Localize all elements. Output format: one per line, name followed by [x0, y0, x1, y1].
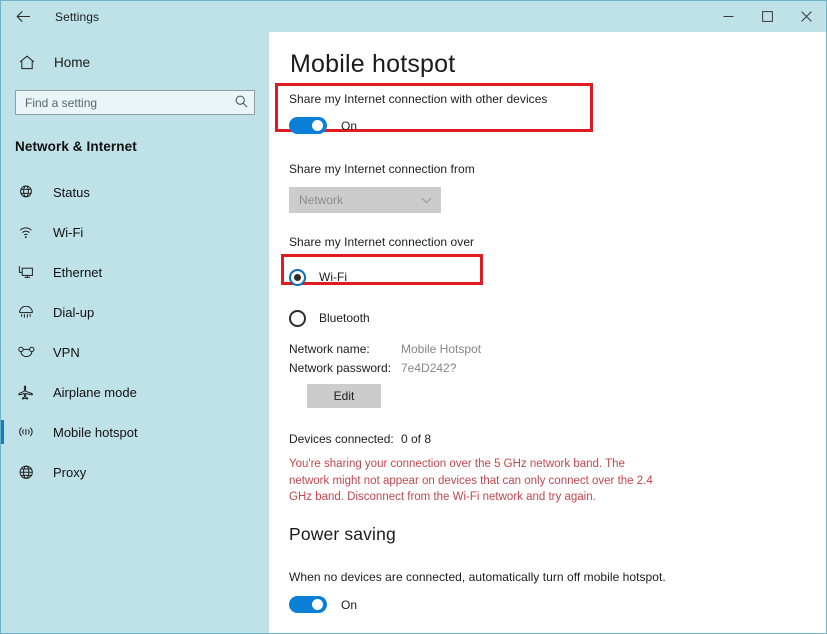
share-from-dropdown[interactable]: Network — [289, 187, 441, 213]
share-over-section: Share my Internet connection over Wi-Fi … — [289, 235, 474, 329]
radio-wifi-indicator[interactable] — [289, 268, 306, 286]
power-saving-description: When no devices are connected, automatic… — [289, 570, 666, 584]
wifi-icon — [15, 226, 37, 239]
page-title: Mobile hotspot — [290, 50, 456, 78]
sidebar-home-label: Home — [54, 54, 91, 70]
sidebar-item-label: Mobile hotspot — [53, 424, 138, 440]
globe-status-icon — [15, 185, 37, 200]
window-title: Settings — [55, 9, 100, 24]
sidebar-item-proxy[interactable]: Proxy — [1, 452, 269, 492]
sidebar-item-label: Dial-up — [53, 304, 95, 320]
network-name-value: Mobile Hotspot — [401, 342, 482, 356]
title-bar-left: Settings — [1, 1, 99, 32]
share-from-label: Share my Internet connection from — [289, 162, 475, 176]
share-internet-toggle[interactable] — [289, 117, 327, 134]
dialup-icon — [15, 305, 37, 319]
minimize-icon[interactable] — [709, 1, 748, 32]
sidebar-item-dialup[interactable]: Dial-up — [1, 292, 269, 332]
network-password-row: Network password: 7e4D242? — [289, 361, 481, 375]
network-password-key: Network password: — [289, 361, 392, 375]
devices-connected-row: Devices connected: 0 of 8 — [289, 432, 431, 446]
share-from-selected-value: Network — [299, 193, 344, 207]
network-info-section: Network name: Mobile Hotspot Network pas… — [289, 342, 481, 408]
sidebar-item-label: Wi-Fi — [53, 224, 84, 240]
sidebar-nav: Status Wi-Fi Ethernet Dial-up VPN Airpla… — [1, 172, 269, 492]
power-saving-toggle[interactable] — [289, 596, 327, 613]
sidebar-category-title: Network & Internet — [15, 139, 137, 154]
home-icon — [15, 55, 39, 70]
toggle-knob — [312, 120, 323, 131]
chevron-down-icon — [421, 197, 432, 204]
settings-window: Settings Home Find a setting Network & I… — [0, 0, 827, 634]
sidebar-item-label: Airplane mode — [53, 384, 137, 400]
devices-connected-key: Devices connected: — [289, 432, 394, 446]
share-internet-section: Share my Internet connection with other … — [289, 92, 548, 134]
radio-option-bluetooth[interactable]: Bluetooth — [289, 307, 474, 329]
band-warning-message: You're sharing your connection over the … — [289, 458, 653, 503]
sidebar-item-airplane-mode[interactable]: Airplane mode — [1, 372, 269, 412]
search-input[interactable] — [15, 90, 255, 115]
sidebar-item-wifi[interactable]: Wi-Fi — [1, 212, 269, 252]
search-box — [15, 90, 255, 115]
airplane-icon — [15, 385, 37, 400]
network-name-key: Network name: — [289, 342, 370, 356]
sidebar-item-mobile-hotspot[interactable]: Mobile hotspot — [1, 412, 269, 452]
sidebar-item-vpn[interactable]: VPN — [1, 332, 269, 372]
edit-button[interactable]: Edit — [307, 384, 381, 408]
ethernet-icon — [15, 265, 37, 279]
sidebar-item-ethernet[interactable]: Ethernet — [1, 252, 269, 292]
radio-bluetooth-indicator[interactable] — [289, 309, 306, 327]
close-icon[interactable] — [787, 1, 826, 32]
devices-connected-value: 0 of 8 — [401, 432, 432, 446]
sidebar-item-label: VPN — [53, 344, 80, 360]
network-name-row: Network name: Mobile Hotspot — [289, 342, 481, 356]
sidebar-item-label: Status — [53, 184, 90, 200]
vpn-icon — [15, 346, 37, 358]
mobile-hotspot-icon — [15, 425, 37, 439]
power-saving-toggle-state: On — [341, 597, 358, 612]
sidebar: Home Network & Internet — [1, 32, 269, 633]
selection-indicator — [1, 420, 4, 444]
sidebar-item-status[interactable]: Status — [1, 172, 269, 212]
radio-bluetooth-label: Bluetooth — [319, 311, 370, 325]
power-saving-heading: Power saving — [289, 524, 396, 544]
back-arrow-icon[interactable] — [1, 1, 45, 32]
window-controls — [709, 1, 826, 32]
power-saving-section: Power saving When no devices are connect… — [289, 524, 666, 613]
network-password-value: 7e4D242? — [401, 361, 457, 375]
share-from-section: Share my Internet connection from Networ… — [289, 162, 475, 213]
radio-option-wifi[interactable]: Wi-Fi — [289, 266, 474, 288]
main-content: Mobile hotspot Share my Internet connect… — [269, 32, 826, 633]
toggle-knob — [312, 599, 323, 610]
title-bar: Settings — [1, 1, 826, 32]
radio-wifi-label: Wi-Fi — [319, 270, 347, 284]
share-internet-toggle-row[interactable]: On — [289, 117, 548, 134]
proxy-globe-icon — [15, 465, 37, 480]
sidebar-item-label: Ethernet — [53, 264, 103, 280]
power-saving-toggle-row[interactable]: On — [289, 596, 666, 613]
maximize-icon[interactable] — [748, 1, 787, 32]
share-internet-label: Share my Internet connection with other … — [289, 92, 548, 106]
sidebar-item-home[interactable]: Home — [1, 45, 269, 79]
share-over-label: Share my Internet connection over — [289, 235, 475, 249]
share-internet-toggle-state: On — [341, 118, 358, 133]
sidebar-item-label: Proxy — [53, 464, 87, 480]
